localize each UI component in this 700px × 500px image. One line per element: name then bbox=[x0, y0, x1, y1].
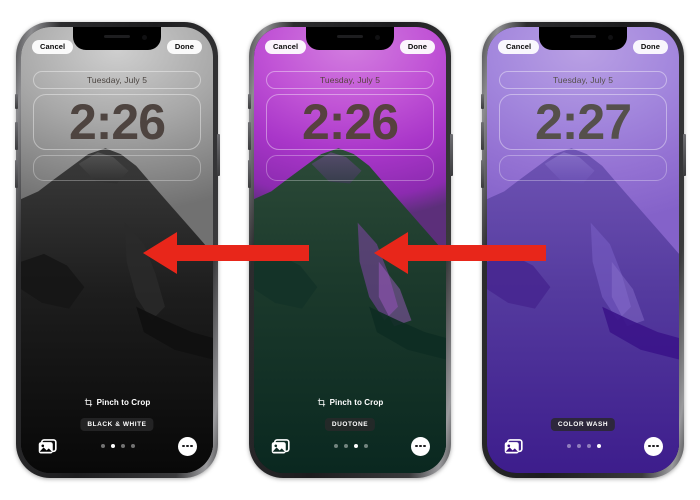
page-dots[interactable] bbox=[101, 444, 135, 448]
screenshot-stage: Cancel Done Tuesday, July 5 2:26 Pinch t… bbox=[0, 0, 700, 500]
ellipsis-dot bbox=[652, 444, 655, 448]
ellipsis-dot bbox=[648, 444, 651, 448]
volume-down-button[interactable] bbox=[480, 160, 484, 188]
editor-bottombar bbox=[487, 434, 679, 458]
ellipsis-dot bbox=[656, 444, 659, 448]
ellipsis-dot bbox=[423, 444, 426, 448]
page-dot[interactable] bbox=[131, 444, 135, 448]
page-dot[interactable] bbox=[567, 444, 571, 448]
page-dot[interactable] bbox=[121, 444, 125, 448]
style-badge: DUOTONE bbox=[324, 418, 376, 431]
earpiece-speaker-icon bbox=[104, 35, 130, 38]
done-button[interactable]: Done bbox=[399, 40, 435, 54]
clock-widget[interactable]: 2:27 bbox=[499, 94, 667, 150]
left-arrow-icon bbox=[143, 232, 309, 274]
done-button[interactable]: Done bbox=[632, 40, 668, 54]
page-dot[interactable] bbox=[111, 444, 115, 448]
style-badge: BLACK & WHITE bbox=[80, 418, 154, 431]
pinch-to-crop-hint: Pinch to Crop bbox=[254, 398, 446, 407]
crop-icon bbox=[84, 398, 92, 407]
editor-bottombar bbox=[254, 434, 446, 458]
volume-up-button[interactable] bbox=[247, 122, 251, 150]
page-dot[interactable] bbox=[334, 444, 338, 448]
ellipsis-dot bbox=[182, 444, 185, 448]
photo-stack-icon[interactable] bbox=[503, 436, 524, 457]
done-button[interactable]: Done bbox=[166, 40, 202, 54]
editor-bottombar bbox=[21, 434, 213, 458]
volume-down-button[interactable] bbox=[247, 160, 251, 188]
page-dot[interactable] bbox=[597, 444, 601, 448]
photo-stack-icon[interactable] bbox=[270, 436, 291, 457]
more-ellipsis-icon[interactable] bbox=[644, 436, 663, 456]
volume-up-button[interactable] bbox=[14, 122, 18, 150]
page-dot[interactable] bbox=[364, 444, 368, 448]
widget-slot-placeholder[interactable] bbox=[499, 155, 667, 181]
side-power-button[interactable] bbox=[449, 134, 453, 176]
more-ellipsis-icon[interactable] bbox=[411, 436, 430, 456]
cancel-button[interactable]: Cancel bbox=[32, 40, 74, 54]
side-power-button[interactable] bbox=[216, 134, 220, 176]
page-dots[interactable] bbox=[334, 444, 368, 448]
more-ellipsis-icon[interactable] bbox=[178, 436, 197, 456]
widget-slot-placeholder[interactable] bbox=[266, 155, 434, 181]
cancel-button[interactable]: Cancel bbox=[498, 40, 540, 54]
left-arrow-icon bbox=[374, 232, 546, 274]
clock-widget[interactable]: 2:26 bbox=[266, 94, 434, 150]
page-dot[interactable] bbox=[587, 444, 591, 448]
lockscreen-widgets: Tuesday, July 5 2:27 bbox=[499, 71, 667, 181]
page-dot[interactable] bbox=[354, 444, 358, 448]
date-widget[interactable]: Tuesday, July 5 bbox=[499, 71, 667, 89]
clock-widget[interactable]: 2:26 bbox=[33, 94, 201, 150]
pinch-to-crop-label: Pinch to Crop bbox=[96, 398, 151, 407]
earpiece-speaker-icon bbox=[337, 35, 363, 38]
silent-switch[interactable] bbox=[14, 94, 18, 109]
ellipsis-dot bbox=[419, 444, 422, 448]
arrow-left-2 bbox=[374, 232, 546, 274]
page-dots[interactable] bbox=[567, 444, 601, 448]
page-dot[interactable] bbox=[577, 444, 581, 448]
lockscreen-widgets: Tuesday, July 5 2:26 bbox=[33, 71, 201, 181]
side-power-button[interactable] bbox=[682, 134, 686, 176]
volume-up-button[interactable] bbox=[480, 122, 484, 150]
pinch-to-crop-label: Pinch to Crop bbox=[329, 398, 384, 407]
ellipsis-dot bbox=[190, 444, 193, 448]
ellipsis-dot bbox=[186, 444, 189, 448]
photo-stack-icon[interactable] bbox=[37, 436, 58, 457]
volume-down-button[interactable] bbox=[14, 160, 18, 188]
arrow-left-1 bbox=[143, 232, 309, 274]
crop-icon bbox=[317, 398, 325, 407]
page-dot[interactable] bbox=[101, 444, 105, 448]
ellipsis-dot bbox=[415, 444, 418, 448]
earpiece-speaker-icon bbox=[570, 35, 596, 38]
editor-topbar: Cancel Done bbox=[254, 40, 446, 54]
pinch-to-crop-hint: Pinch to Crop bbox=[21, 398, 213, 407]
cancel-button[interactable]: Cancel bbox=[265, 40, 307, 54]
editor-topbar: Cancel Done bbox=[487, 40, 679, 54]
date-widget[interactable]: Tuesday, July 5 bbox=[266, 71, 434, 89]
editor-topbar: Cancel Done bbox=[21, 40, 213, 54]
page-dot[interactable] bbox=[344, 444, 348, 448]
date-widget[interactable]: Tuesday, July 5 bbox=[33, 71, 201, 89]
style-badge: COLOR WASH bbox=[550, 418, 616, 431]
silent-switch[interactable] bbox=[247, 94, 251, 109]
lockscreen-widgets: Tuesday, July 5 2:26 bbox=[266, 71, 434, 181]
silent-switch[interactable] bbox=[480, 94, 484, 109]
widget-slot-placeholder[interactable] bbox=[33, 155, 201, 181]
